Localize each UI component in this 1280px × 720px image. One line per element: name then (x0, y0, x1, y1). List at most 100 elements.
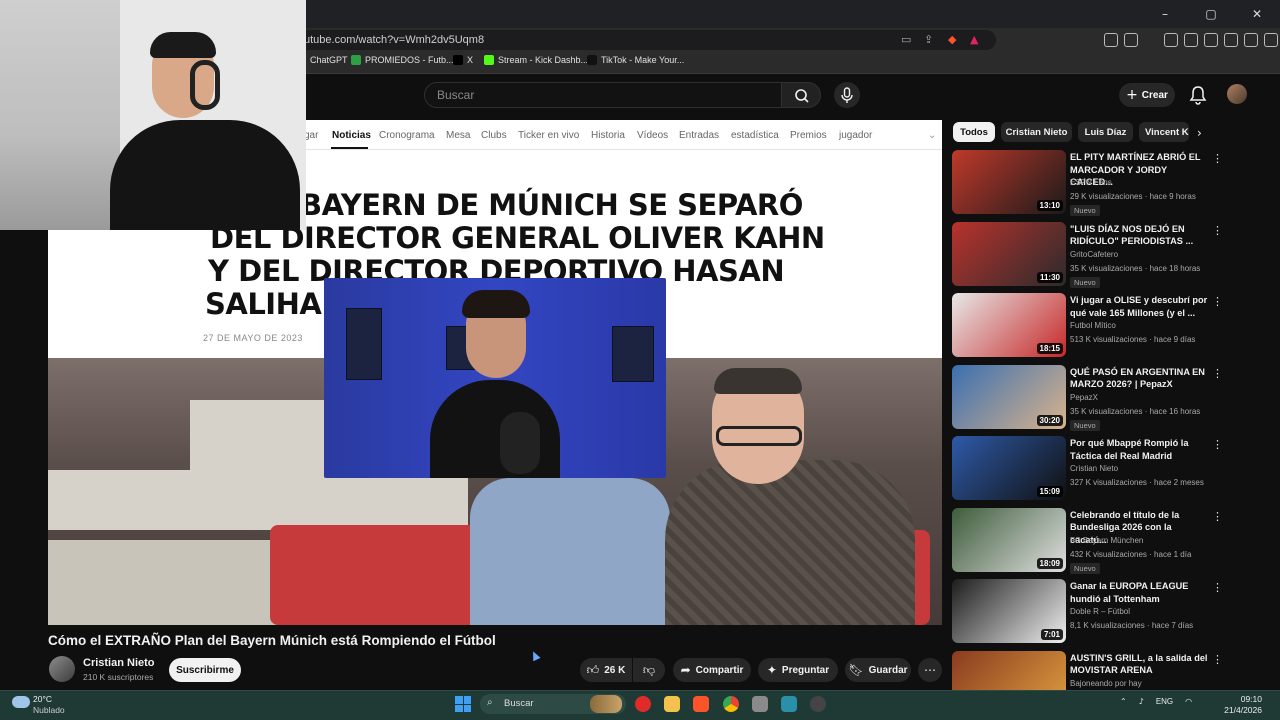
microphone-icon[interactable]: ♪ (1139, 697, 1144, 706)
search-button[interactable] (781, 82, 821, 108)
obs-icon[interactable] (810, 696, 826, 712)
person-jeans (470, 478, 670, 625)
channel-name[interactable]: Cristian Nieto (83, 657, 155, 669)
recommendation-channel[interactable]: Cristian Nieto (1070, 464, 1118, 473)
recommendation-item[interactable]: 18:15 Vi jugar a OLISE y descubrí por qué… (952, 293, 1232, 359)
file-explorer-icon[interactable] (664, 696, 680, 712)
chip-cristian-nieto[interactable]: Cristian Nieto (1001, 122, 1072, 142)
voice-search-button[interactable] (834, 82, 860, 108)
brave-browser-icon[interactable] (693, 696, 709, 712)
recommendation-channel[interactable]: FC Bayern München (1070, 536, 1143, 545)
language-indicator[interactable]: ENG (1156, 697, 1173, 706)
clock-date[interactable]: 21/4/2026 (1220, 705, 1262, 715)
recommendation-item[interactable]: 30:20 QUÉ PASÓ EN ARGENTINA EN MARZO 2026… (952, 364, 1232, 431)
video-thumbnail[interactable]: 7:01 (952, 579, 1066, 643)
chrome-icon[interactable] (723, 696, 739, 712)
weather-temperature[interactable]: 20°C (33, 694, 52, 704)
chip-todos[interactable]: Todos (953, 122, 995, 142)
recommendation-title[interactable]: AUSTIN'S GRILL, a la salida del MOVISTAR… (1070, 652, 1210, 677)
weather-description[interactable]: Nublado (33, 705, 65, 715)
share-arrow-icon: ➦ (680, 663, 691, 677)
create-button[interactable]: + Crear (1119, 83, 1175, 107)
clock-time[interactable]: 09:10 (1220, 694, 1262, 704)
chevron-right-icon[interactable]: › (1197, 126, 1202, 140)
wallet-icon[interactable] (1204, 33, 1218, 47)
more-vertical-icon[interactable]: ⋮ (1212, 510, 1223, 523)
like-button[interactable]: 👍︎ 26 K (580, 658, 632, 682)
music-icon[interactable] (1164, 33, 1178, 47)
dislike-button[interactable]: 👎︎ (633, 658, 665, 682)
close-window-button[interactable]: ✕ (1234, 0, 1280, 28)
chip-vincent[interactable]: Vincent K (1139, 122, 1189, 142)
recommendation-item[interactable]: 15:09 Por qué Mbappé Rompió la Táctica de… (952, 436, 1232, 502)
recommendation-channel[interactable]: Doble R – Fútbol (1070, 607, 1130, 616)
screen-icon[interactable]: ▭ (901, 30, 911, 50)
recommendation-title[interactable]: Ganar la EUROPA LEAGUE hundió al Tottenh… (1070, 580, 1210, 605)
assistant-icon[interactable] (1224, 33, 1238, 47)
wallet-icon[interactable] (1124, 33, 1138, 47)
subscribe-button[interactable]: Suscribirme (169, 658, 241, 682)
wifi-icon[interactable]: ◠ (1185, 697, 1192, 706)
site-tab-active: Noticias (332, 130, 371, 141)
chip-luis-diaz[interactable]: Luis Díaz (1078, 122, 1133, 142)
channel-avatar[interactable] (49, 656, 75, 682)
minimize-button[interactable]: – (1142, 0, 1188, 28)
more-vertical-icon[interactable]: ⋮ (1212, 152, 1223, 165)
account-avatar[interactable] (1227, 84, 1247, 104)
app-icon[interactable] (635, 696, 651, 712)
cloud-icon[interactable] (12, 696, 30, 708)
bookmark-promiedos[interactable]: PROMIEDOS - Futb... (351, 55, 454, 65)
notifications-bell-icon[interactable] (1189, 85, 1207, 105)
bookmark-kick[interactable]: Stream - Kick Dashb... (484, 55, 588, 65)
save-button[interactable]: 🔖︎ Guardar (845, 658, 911, 682)
maximize-button[interactable]: ▢ (1188, 0, 1234, 28)
more-vertical-icon[interactable]: ⋮ (1212, 224, 1223, 237)
app-icon[interactable] (752, 696, 768, 712)
ask-button[interactable]: ✦ Preguntar (758, 658, 838, 682)
chevron-up-icon[interactable]: ⌃ (1120, 697, 1127, 706)
site-tab: jugador (839, 130, 873, 141)
share-icon[interactable]: ⇪ (924, 30, 933, 50)
recommendation-item[interactable]: 7:01 Ganar la EUROPA LEAGUE hundió al Tot… (952, 579, 1232, 645)
bookmark-label: TikTok - Make Your... (601, 55, 685, 65)
more-vertical-icon[interactable]: ⋮ (1212, 438, 1223, 451)
sidebar-icon[interactable] (1184, 33, 1198, 47)
recommendation-item[interactable]: 11:30 "LUIS DÍAZ NOS DEJÓ EN RIDÍCULO" PE… (952, 221, 1232, 288)
video-thumbnail[interactable]: 18:15 (952, 293, 1066, 357)
vpn-icon[interactable] (1244, 33, 1258, 47)
recommendation-title[interactable]: "LUIS DÍAZ NOS DEJÓ EN RIDÍCULO" PERIODI… (1070, 223, 1210, 248)
extension-icon[interactable] (1104, 33, 1118, 47)
site-tab: estadística (731, 130, 779, 141)
recommendation-channel[interactable]: PepazX (1070, 393, 1098, 402)
video-thumbnail[interactable]: 13:10 (952, 150, 1066, 214)
bookmark-x[interactable]: X (453, 55, 473, 65)
bookmark-tiktok[interactable]: TikTok - Make Your... (587, 55, 684, 65)
share-button[interactable]: ➦ Compartir (673, 658, 751, 682)
recommendation-title[interactable]: Por qué Mbappé Rompió la Táctica del Rea… (1070, 437, 1210, 462)
windows-start-icon[interactable] (455, 696, 471, 712)
more-vertical-icon[interactable]: ⋮ (1212, 295, 1223, 308)
address-bar[interactable]: utube.com/watch?v=Wmh2dv5Uqm8 ▭ ⇪ ◆ ▲ (296, 30, 996, 50)
more-vertical-icon[interactable]: ⋮ (1212, 367, 1223, 380)
brave-shield-icon[interactable]: ◆ (948, 30, 956, 50)
sparkle-icon: ✦ (766, 663, 777, 677)
recommendation-channel[interactable]: Futbol Mítico (1070, 321, 1116, 330)
video-thumbnail[interactable]: 15:09 (952, 436, 1066, 500)
rewards-icon[interactable]: ▲ (970, 30, 978, 50)
recommendation-channel[interactable]: ESPN Fans (1070, 178, 1112, 187)
recommendation-item[interactable]: 13:10 EL PITY MARTÍNEZ ABRIÓ EL MARCADOR … (952, 150, 1232, 216)
more-actions-button[interactable]: ⋯ (918, 658, 942, 682)
search-input[interactable]: Buscar (424, 82, 782, 108)
recommendation-channel[interactable]: Bajoneando por hay (1070, 679, 1142, 688)
recommendation-title[interactable]: Vi jugar a OLISE y descubrí por qué vale… (1070, 294, 1210, 319)
app-icon[interactable] (781, 696, 797, 712)
video-thumbnail[interactable]: 30:20 (952, 364, 1066, 429)
recommendation-title[interactable]: QUÉ PASÓ EN ARGENTINA EN MARZO 2026? | P… (1070, 366, 1210, 391)
more-vertical-icon[interactable]: ⋮ (1212, 653, 1223, 666)
video-thumbnail[interactable]: 11:30 (952, 221, 1066, 286)
recommendation-channel[interactable]: GritoCafetero (1070, 250, 1118, 259)
more-vertical-icon[interactable]: ⋮ (1212, 581, 1223, 594)
recommendation-item[interactable]: 18:09 Celebrando el título de la Bundesli… (952, 507, 1232, 574)
video-thumbnail[interactable]: 18:09 (952, 507, 1066, 572)
menu-icon[interactable] (1264, 33, 1278, 47)
